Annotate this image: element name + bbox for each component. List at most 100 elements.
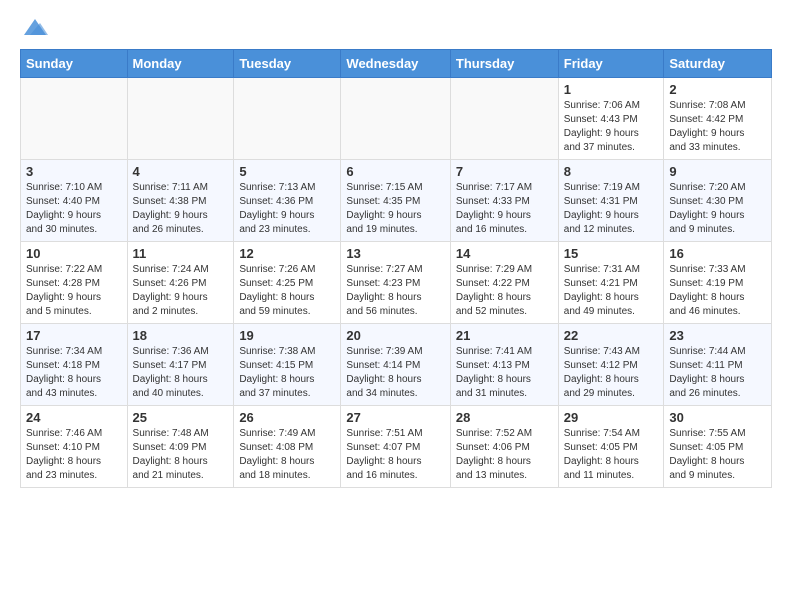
day-number: 13 [346, 246, 444, 261]
day-info: Sunrise: 7:17 AM Sunset: 4:33 PM Dayligh… [456, 181, 553, 237]
calendar-cell: 13 Sunrise: 7:27 AM Sunset: 4:23 PM Dayli… [341, 242, 450, 324]
day-header-thursday: Thursday [450, 50, 558, 78]
day-number: 12 [239, 246, 335, 261]
day-info: Sunrise: 7:33 AM Sunset: 4:19 PM Dayligh… [669, 263, 766, 319]
day-header-saturday: Saturday [664, 50, 772, 78]
calendar-cell: 16Sunrise: 7:33 AM Sunset: 4:19 PM Dayli… [664, 242, 772, 324]
day-number: 20 [346, 328, 444, 343]
calendar-cell: 21 Sunrise: 7:41 AM Sunset: 4:13 PM Dayli… [450, 324, 558, 406]
calendar-cell: 14Sunrise: 7:29 AM Sunset: 4:22 PM Dayli… [450, 242, 558, 324]
day-info: Sunrise: 7:19 AM Sunset: 4:31 PM Dayligh… [564, 181, 659, 237]
day-info: Sunrise: 7:10 AM Sunset: 4:40 PM Dayligh… [26, 181, 122, 237]
day-number: 7 [456, 164, 553, 179]
calendar-cell: 7 Sunrise: 7:17 AM Sunset: 4:33 PM Daylig… [450, 160, 558, 242]
calendar-cell: 9 Sunrise: 7:20 AM Sunset: 4:30 PM Daylig… [664, 160, 772, 242]
day-number: 6 [346, 164, 444, 179]
calendar-cell: 30 Sunrise: 7:55 AM Sunset: 4:05 PM Dayli… [664, 406, 772, 488]
day-info: Sunrise: 7:38 AM Sunset: 4:15 PM Dayligh… [239, 345, 335, 401]
day-number: 5 [239, 164, 335, 179]
day-number: 1 [564, 82, 659, 97]
day-number: 9 [669, 164, 766, 179]
calendar-cell [127, 78, 234, 160]
day-info: Sunrise: 7:31 AM Sunset: 4:21 PM Dayligh… [564, 263, 659, 319]
calendar-cell: 29 Sunrise: 7:54 AM Sunset: 4:05 PM Dayli… [558, 406, 664, 488]
calendar-cell: 11Sunrise: 7:24 AM Sunset: 4:26 PM Dayli… [127, 242, 234, 324]
day-info: Sunrise: 7:52 AM Sunset: 4:06 PM Dayligh… [456, 427, 553, 483]
day-info: Sunrise: 7:54 AM Sunset: 4:05 PM Dayligh… [564, 427, 659, 483]
calendar-cell: 5 Sunrise: 7:13 AM Sunset: 4:36 PM Daylig… [234, 160, 341, 242]
calendar-week-4: 17 Sunrise: 7:34 AM Sunset: 4:18 PM Dayli… [21, 324, 772, 406]
day-number: 11 [133, 246, 229, 261]
calendar-cell: 28 Sunrise: 7:52 AM Sunset: 4:06 PM Dayli… [450, 406, 558, 488]
day-number: 15 [564, 246, 659, 261]
day-info: Sunrise: 7:36 AM Sunset: 4:17 PM Dayligh… [133, 345, 229, 401]
day-number: 22 [564, 328, 659, 343]
day-info: Sunrise: 7:49 AM Sunset: 4:08 PM Dayligh… [239, 427, 335, 483]
day-info: Sunrise: 7:44 AM Sunset: 4:11 PM Dayligh… [669, 345, 766, 401]
calendar-cell: 23 Sunrise: 7:44 AM Sunset: 4:11 PM Dayli… [664, 324, 772, 406]
calendar-cell: 27Sunrise: 7:51 AM Sunset: 4:07 PM Dayli… [341, 406, 450, 488]
day-number: 29 [564, 410, 659, 425]
calendar-cell: 1 Sunrise: 7:06 AM Sunset: 4:43 PM Daylig… [558, 78, 664, 160]
calendar-week-1: 1 Sunrise: 7:06 AM Sunset: 4:43 PM Daylig… [21, 78, 772, 160]
day-number: 19 [239, 328, 335, 343]
day-info: Sunrise: 7:43 AM Sunset: 4:12 PM Dayligh… [564, 345, 659, 401]
day-info: Sunrise: 7:46 AM Sunset: 4:10 PM Dayligh… [26, 427, 122, 483]
day-info: Sunrise: 7:13 AM Sunset: 4:36 PM Dayligh… [239, 181, 335, 237]
day-info: Sunrise: 7:55 AM Sunset: 4:05 PM Dayligh… [669, 427, 766, 483]
calendar: SundayMondayTuesdayWednesdayThursdayFrid… [20, 49, 772, 488]
day-info: Sunrise: 7:08 AM Sunset: 4:42 PM Dayligh… [669, 99, 766, 155]
day-header-wednesday: Wednesday [341, 50, 450, 78]
page: SundayMondayTuesdayWednesdayThursdayFrid… [0, 0, 792, 503]
day-info: Sunrise: 7:29 AM Sunset: 4:22 PM Dayligh… [456, 263, 553, 319]
day-number: 27 [346, 410, 444, 425]
calendar-week-2: 3 Sunrise: 7:10 AM Sunset: 4:40 PM Daylig… [21, 160, 772, 242]
day-number: 18 [133, 328, 229, 343]
calendar-cell: 22 Sunrise: 7:43 AM Sunset: 4:12 PM Dayli… [558, 324, 664, 406]
calendar-header-row: SundayMondayTuesdayWednesdayThursdayFrid… [21, 50, 772, 78]
day-header-sunday: Sunday [21, 50, 128, 78]
day-info: Sunrise: 7:06 AM Sunset: 4:43 PM Dayligh… [564, 99, 659, 155]
calendar-cell [341, 78, 450, 160]
logo [20, 15, 50, 39]
calendar-cell: 6 Sunrise: 7:15 AM Sunset: 4:35 PM Daylig… [341, 160, 450, 242]
day-info: Sunrise: 7:26 AM Sunset: 4:25 PM Dayligh… [239, 263, 335, 319]
day-number: 10 [26, 246, 122, 261]
day-number: 3 [26, 164, 122, 179]
day-info: Sunrise: 7:27 AM Sunset: 4:23 PM Dayligh… [346, 263, 444, 319]
day-info: Sunrise: 7:20 AM Sunset: 4:30 PM Dayligh… [669, 181, 766, 237]
day-number: 28 [456, 410, 553, 425]
day-info: Sunrise: 7:39 AM Sunset: 4:14 PM Dayligh… [346, 345, 444, 401]
day-info: Sunrise: 7:22 AM Sunset: 4:28 PM Dayligh… [26, 263, 122, 319]
day-info: Sunrise: 7:11 AM Sunset: 4:38 PM Dayligh… [133, 181, 229, 237]
calendar-cell [21, 78, 128, 160]
day-number: 25 [133, 410, 229, 425]
day-number: 21 [456, 328, 553, 343]
day-number: 30 [669, 410, 766, 425]
day-number: 17 [26, 328, 122, 343]
calendar-week-5: 24 Sunrise: 7:46 AM Sunset: 4:10 PM Dayli… [21, 406, 772, 488]
day-number: 8 [564, 164, 659, 179]
calendar-cell: 3 Sunrise: 7:10 AM Sunset: 4:40 PM Daylig… [21, 160, 128, 242]
calendar-cell: 4 Sunrise: 7:11 AM Sunset: 4:38 PM Daylig… [127, 160, 234, 242]
calendar-cell: 10 Sunrise: 7:22 AM Sunset: 4:28 PM Dayli… [21, 242, 128, 324]
day-header-monday: Monday [127, 50, 234, 78]
calendar-cell [450, 78, 558, 160]
day-number: 4 [133, 164, 229, 179]
day-number: 23 [669, 328, 766, 343]
day-info: Sunrise: 7:15 AM Sunset: 4:35 PM Dayligh… [346, 181, 444, 237]
day-header-friday: Friday [558, 50, 664, 78]
calendar-cell [234, 78, 341, 160]
day-info: Sunrise: 7:34 AM Sunset: 4:18 PM Dayligh… [26, 345, 122, 401]
day-number: 26 [239, 410, 335, 425]
calendar-cell: 12 Sunrise: 7:26 AM Sunset: 4:25 PM Dayli… [234, 242, 341, 324]
header [20, 15, 772, 39]
calendar-cell: 17 Sunrise: 7:34 AM Sunset: 4:18 PM Dayli… [21, 324, 128, 406]
calendar-week-3: 10 Sunrise: 7:22 AM Sunset: 4:28 PM Dayli… [21, 242, 772, 324]
day-info: Sunrise: 7:41 AM Sunset: 4:13 PM Dayligh… [456, 345, 553, 401]
day-number: 24 [26, 410, 122, 425]
day-number: 2 [669, 82, 766, 97]
day-header-tuesday: Tuesday [234, 50, 341, 78]
calendar-cell: 24 Sunrise: 7:46 AM Sunset: 4:10 PM Dayli… [21, 406, 128, 488]
calendar-cell: 19 Sunrise: 7:38 AM Sunset: 4:15 PM Dayli… [234, 324, 341, 406]
